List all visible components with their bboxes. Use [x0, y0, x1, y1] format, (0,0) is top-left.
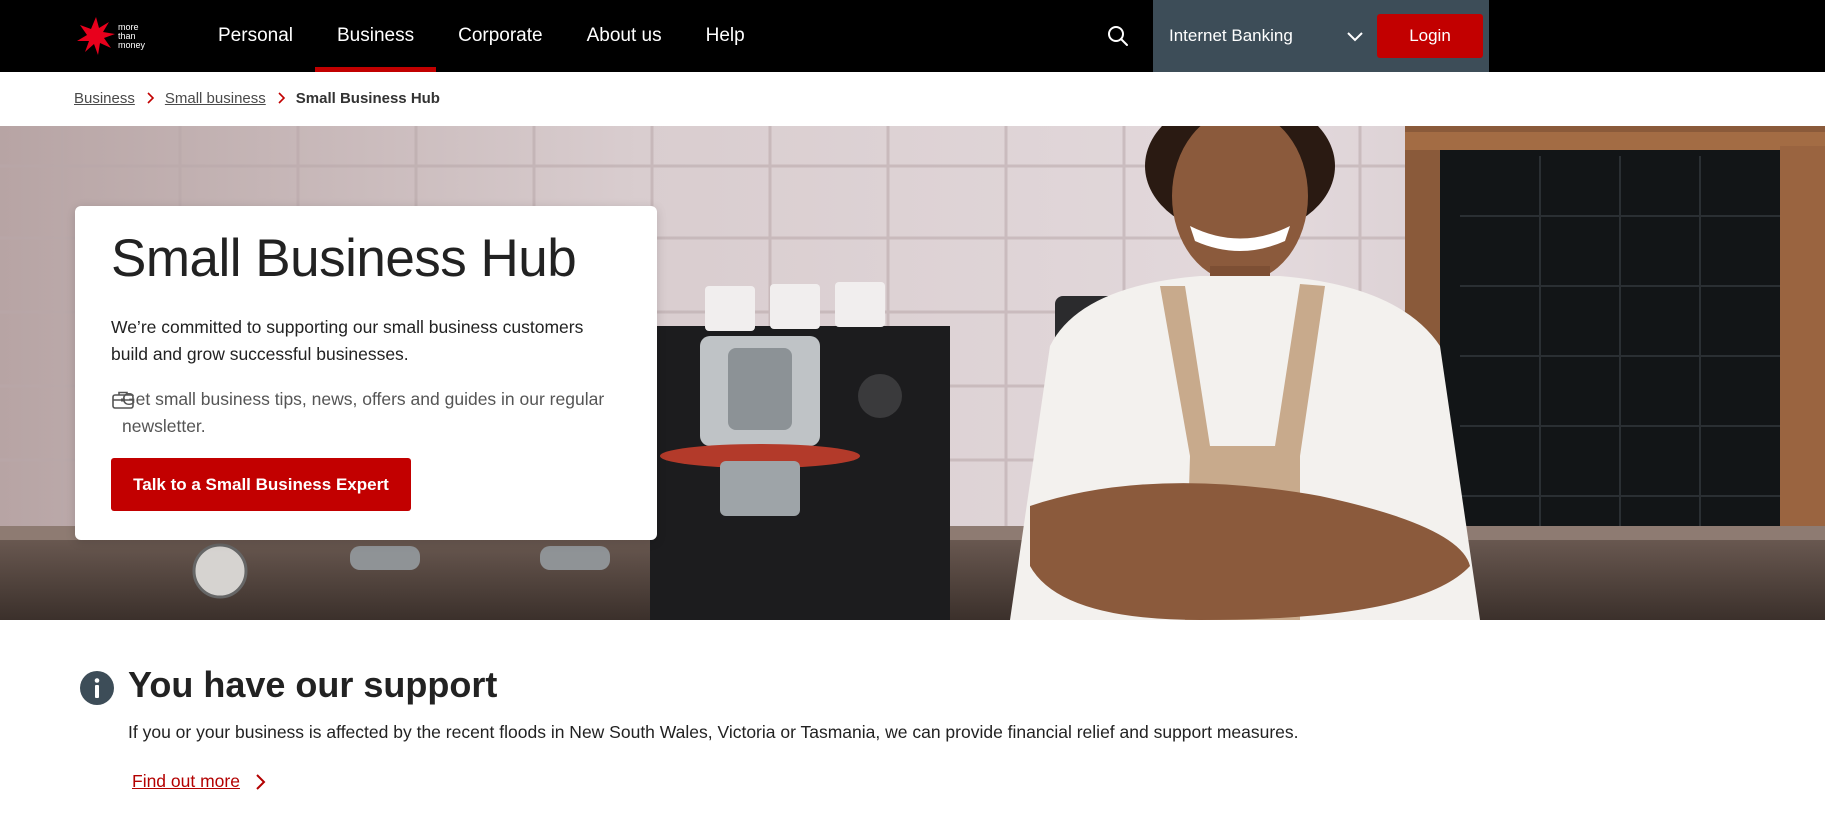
find-out-more-label: Find out more [132, 771, 240, 791]
chevron-down-icon[interactable] [1345, 26, 1365, 46]
internet-banking-label: Internet Banking [1169, 26, 1293, 45]
breadcrumb-link-small-business[interactable]: Small business [165, 90, 266, 107]
talk-to-expert-button[interactable]: Talk to a Small Business Expert [111, 458, 411, 511]
breadcrumb-link-business[interactable]: Business [74, 90, 135, 107]
login-button[interactable]: Login [1377, 14, 1483, 58]
chevron-right-icon [256, 773, 266, 790]
internet-banking-dropdown[interactable]: Internet Banking [1169, 0, 1359, 72]
nav-item-business[interactable]: Business [315, 0, 437, 72]
nav-item-personal[interactable]: Personal [196, 0, 315, 72]
support-text: If you or your business is affected by t… [128, 722, 1299, 742]
main-nav: Personal Business Corporate About us Hel… [196, 0, 767, 72]
info-icon [80, 671, 114, 705]
search-icon [1108, 26, 1128, 46]
internet-banking-panel: Internet Banking Login [1153, 0, 1489, 72]
tagline-line: money [118, 39, 146, 50]
search-button[interactable] [1102, 20, 1134, 52]
hero-card: Small Business Hub We’re committed to su… [75, 206, 657, 540]
brand-tagline: more than money [118, 22, 146, 50]
find-out-more-link[interactable]: Find out more [132, 771, 268, 792]
briefcase-icon [112, 391, 134, 409]
hero-description: We’re committed to supporting our small … [111, 317, 584, 364]
nav-item-corporate[interactable]: Corporate [436, 0, 565, 72]
brand-logo[interactable]: more than money [76, 16, 166, 56]
top-navigation: more than money Personal Business Corpor… [0, 0, 1825, 72]
star-logo-icon [77, 17, 115, 55]
breadcrumb: Business Small business Small Business H… [74, 86, 440, 110]
hero-banner: Small Business Hub We’re committed to su… [0, 126, 1825, 620]
newsletter-text: Get small business tips, news, offers an… [122, 389, 605, 436]
chevron-right-icon [147, 92, 155, 104]
nav-item-about-us[interactable]: About us [565, 0, 684, 72]
newsletter-note: Get small business tips, news, offers an… [111, 386, 621, 440]
support-title: You have our support [128, 664, 498, 705]
breadcrumb-current: Small Business Hub [295, 89, 440, 107]
page-title: Small Business Hub [111, 229, 577, 288]
chevron-right-icon [278, 92, 285, 104]
nav-item-help[interactable]: Help [684, 0, 767, 72]
